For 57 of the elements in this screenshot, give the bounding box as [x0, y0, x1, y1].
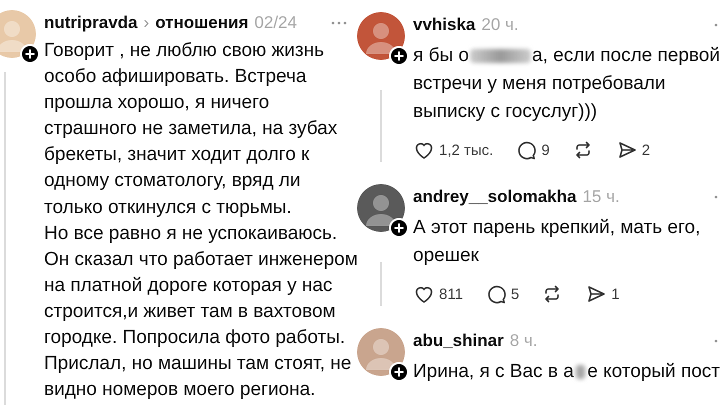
- follow-plus-icon[interactable]: [389, 362, 409, 382]
- username[interactable]: nutripravda: [44, 13, 138, 33]
- comment-text: выписку с госуслуг))): [413, 100, 598, 124]
- comment-time: 15 ч.: [582, 187, 620, 207]
- username[interactable]: andrey__solomakha: [413, 187, 576, 207]
- post-text-line: на платной дороге которая у нас: [44, 274, 334, 298]
- share-button[interactable]: 2: [616, 139, 650, 161]
- comment-text: я бы о: [413, 44, 469, 68]
- follow-plus-icon[interactable]: [389, 218, 409, 238]
- action-count: 2: [642, 142, 650, 158]
- post-text-line: брекеты, значит ходит долго к: [44, 143, 310, 168]
- action-count: 5: [510, 286, 520, 302]
- like-button[interactable]: 811: [413, 283, 463, 305]
- action-count: 9: [541, 142, 550, 158]
- topic-link[interactable]: отношения: [155, 13, 248, 33]
- post-text-line: Говорит , не люблю свою жизнь: [44, 39, 325, 63]
- follow-plus-icon[interactable]: [389, 46, 409, 66]
- chevron-text: ›: [144, 13, 150, 33]
- avatar[interactable]: [357, 12, 405, 60]
- comment-text: е который пост: [587, 360, 720, 384]
- post-text-line: строится,и живет там в вахтовом: [44, 300, 337, 324]
- post-date: 02/24: [254, 13, 297, 33]
- comment-time: 8 ч.: [510, 331, 538, 351]
- username[interactable]: vvhiska: [413, 15, 476, 35]
- comment-time: 20 ч.: [481, 15, 519, 35]
- reply-button[interactable]: 5: [484, 283, 520, 305]
- comment-text: орешек: [413, 244, 479, 268]
- share-button[interactable]: 1: [585, 283, 620, 305]
- follow-plus-icon[interactable]: [20, 44, 40, 64]
- blurred-text: [470, 49, 532, 63]
- comment-bubble-icon: [515, 139, 538, 161]
- post-text-line: страшного не заметила, на зубах: [44, 117, 338, 142]
- post-text-line: Но все равно я не успокаиваюсь.: [44, 222, 338, 246]
- send-plane-icon: [585, 283, 608, 305]
- post-text-line: Прислал, но машины там стоят, не: [44, 352, 352, 376]
- avatar[interactable]: [357, 328, 405, 376]
- more-icon[interactable]: [331, 21, 347, 25]
- comment-text: а, если после первой: [532, 44, 720, 68]
- post-text-line: только откинулся с тюрьмы.: [44, 196, 293, 220]
- like-button[interactable]: 1,2 тыс.: [413, 139, 494, 161]
- username[interactable]: abu_shinar: [413, 331, 504, 351]
- post-text-line: видно номеров моего региона.: [44, 378, 316, 402]
- action-count: 1,2 тыс.: [439, 142, 494, 158]
- post-text-line: особо афишировать. Встреча: [44, 65, 308, 90]
- action-count: 1: [611, 286, 620, 302]
- comment-text: встречи у меня потребовали: [413, 72, 666, 96]
- action-count: 811: [439, 286, 463, 302]
- comment-text: А этот парень крепкий, мать его,: [413, 216, 700, 240]
- blurred-text: [574, 365, 586, 379]
- post-text-line: Он сказал что работает инженером: [44, 248, 355, 272]
- avatar[interactable]: [357, 184, 405, 232]
- post-text-line: одному стоматологу, вряд ли: [44, 169, 302, 194]
- avatar[interactable]: [0, 10, 36, 58]
- comment-text: Ирина, я с Вас в а: [413, 360, 574, 384]
- post-text-line: прошла хорошо, я ничего: [44, 91, 270, 116]
- reply-button[interactable]: 9: [515, 139, 550, 161]
- post-text-line: городке. Попросила фото работы.: [44, 326, 346, 350]
